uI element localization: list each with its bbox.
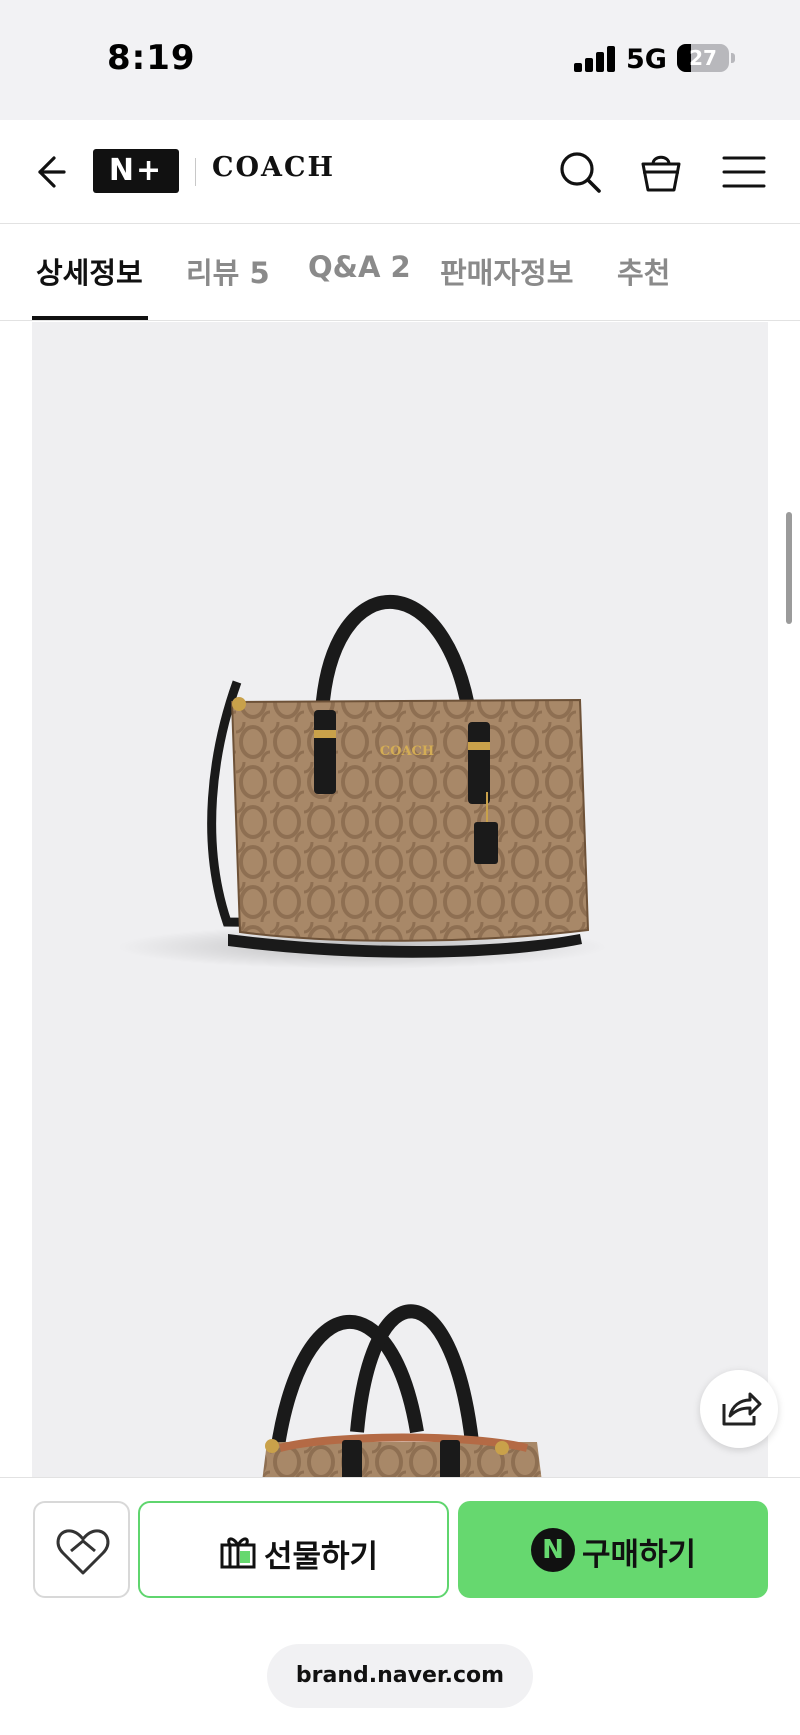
bag-hardware-logo: COACH [380,744,434,759]
handbag-illustration-2 [262,1304,542,1477]
shopping-bag-icon[interactable] [637,148,685,196]
battery-icon: 27 [677,44,729,72]
naver-plus-logo[interactable]: N+ [93,149,179,193]
tab-reviews[interactable]: 리뷰 5 [186,250,270,292]
signal-icon [574,46,616,72]
bottom-action-bar: 선물하기 N 구매하기 brand.naver.com [0,1477,800,1735]
buy-button[interactable]: N 구매하기 [458,1501,768,1598]
brand-logo[interactable]: COACH [212,152,335,183]
gift-button[interactable]: 선물하기 [138,1501,449,1598]
handbag-illustration-1: COACH [117,595,607,969]
search-icon[interactable] [556,148,604,196]
back-arrow-icon[interactable] [24,148,72,196]
tab-recommend[interactable]: 추천 [617,250,670,292]
share-button[interactable] [700,1370,778,1448]
buy-button-label: 구매하기 [582,1537,697,1573]
scrollbar-thumb[interactable] [786,512,792,624]
network-label: 5G [626,44,667,75]
browser-url-bar[interactable]: brand.naver.com [267,1644,533,1708]
heart-icon [56,1529,110,1575]
naver-pay-badge: N [531,1528,575,1572]
tab-details[interactable]: 상세정보 [36,250,143,292]
tab-qna[interactable]: Q&A 2 [308,250,411,284]
active-tab-indicator [32,316,148,320]
product-image: COACH [32,322,768,1477]
battery-cap [731,53,735,63]
product-tabs: 상세정보 리뷰 5 Q&A 2 판매자정보 추천 [0,224,800,321]
menu-icon[interactable] [720,148,768,196]
gift-button-label: 선물하기 [264,1539,379,1575]
battery-percent: 27 [689,46,717,70]
status-time: 8:19 [107,38,196,78]
logo-divider [195,158,196,186]
share-icon [722,1392,762,1426]
status-bar: 8:19 5G 27 [0,0,800,120]
wishlist-button[interactable] [33,1501,130,1598]
top-nav: N+ COACH [0,120,800,224]
tab-seller-info[interactable]: 판매자정보 [440,250,573,292]
gift-icon [220,1537,256,1569]
product-detail-content: COACH [0,322,800,1477]
